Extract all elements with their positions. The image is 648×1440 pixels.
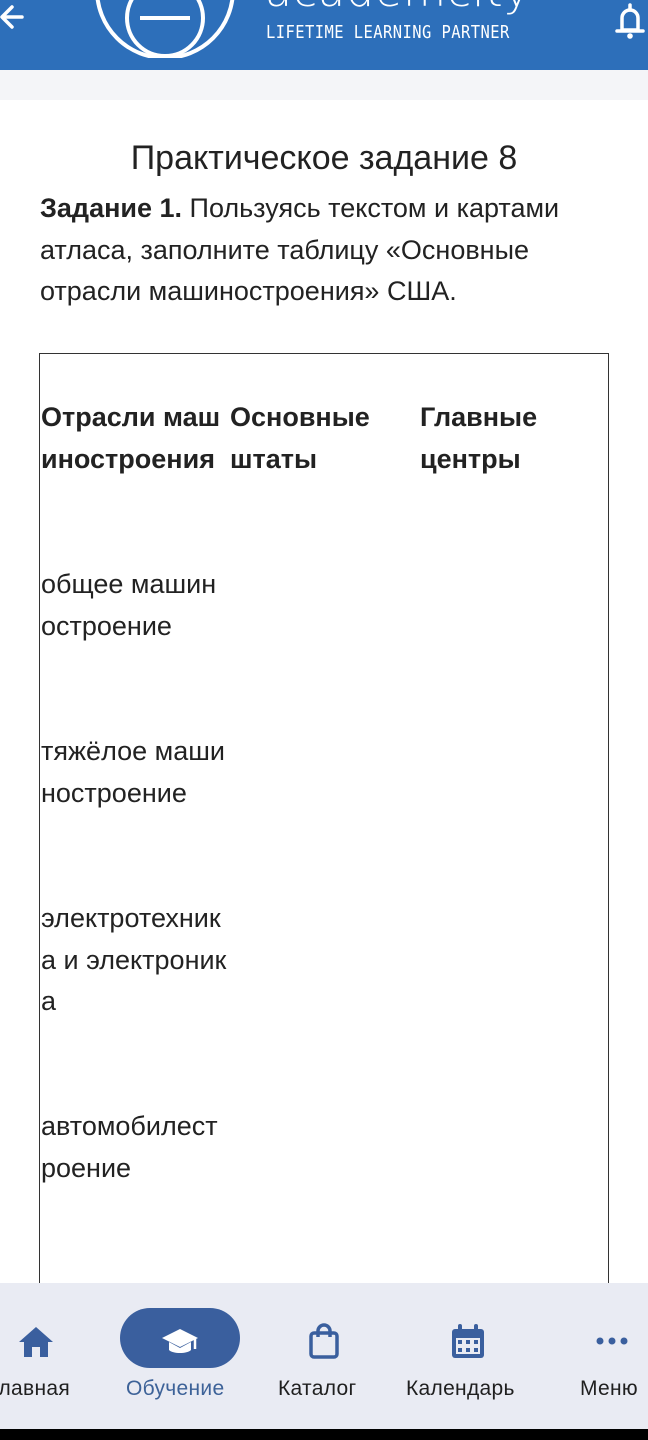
task-label: Задание 1. (40, 193, 183, 223)
table-row-industry: тяжёлое машиностроение (41, 736, 225, 808)
shopping-bag-icon (309, 1323, 339, 1359)
table-header-centers: Главные центры (420, 402, 538, 474)
table-row-industry: автомобилестроение (41, 1111, 218, 1183)
nav-label-menu: Меню (580, 1377, 638, 1400)
brand-name: academcity (265, 0, 531, 14)
nav-item-home[interactable]: Главная (0, 1283, 90, 1429)
nav-item-menu[interactable]: Меню (570, 1283, 648, 1429)
brand-tagline: LIFETIME LEARNING PARTNER (266, 22, 510, 43)
nav-label-home: Главная (0, 1377, 71, 1400)
more-dots-icon (596, 1337, 628, 1345)
table-header-industry: Отрасли машиностроения (41, 402, 221, 474)
table-header-states: Основные штаты (230, 402, 370, 474)
back-arrow-icon[interactable] (0, 0, 30, 36)
bottom-navigation: Главная Обучение Каталог Календа (0, 1283, 648, 1429)
industries-table: Отрасли машиностроения Основные штаты Гл… (39, 353, 609, 1294)
page-title: Практическое задание 8 (130, 139, 518, 177)
task-description: Задание 1. Пользуясь текстом и картами а… (40, 188, 610, 313)
system-gesture-bar (0, 1429, 648, 1440)
header-subbar (0, 70, 648, 100)
nav-item-catalog[interactable]: Каталог (270, 1283, 380, 1429)
home-icon (19, 1327, 53, 1357)
table-row-industry: общее машиностроение (41, 569, 217, 641)
nav-item-calendar[interactable]: Календарь (400, 1283, 540, 1429)
nav-label-learning: Обучение (126, 1377, 225, 1400)
logo-icon (95, 0, 235, 58)
nav-label-catalog: Каталог (278, 1377, 357, 1400)
nav-label-calendar: Календарь (406, 1377, 515, 1400)
nav-item-learning[interactable]: Обучение (120, 1283, 240, 1429)
calendar-icon (452, 1324, 484, 1358)
table-row-industry: электротехника и электроника (41, 903, 227, 1016)
app-header: academcity LIFETIME LEARNING PARTNER (0, 0, 648, 70)
graduation-cap-icon (162, 1329, 198, 1353)
notification-bell-icon[interactable] (613, 0, 647, 40)
